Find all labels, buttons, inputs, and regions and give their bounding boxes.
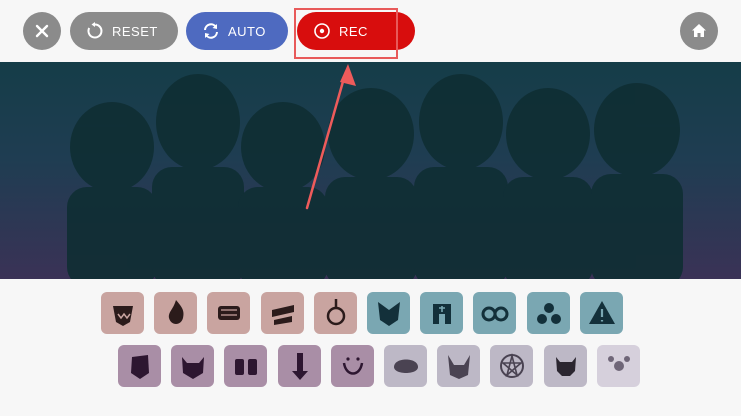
horned-visor-icon [377, 302, 400, 326]
arrow-blade-icon [291, 353, 308, 380]
character-stage [0, 62, 741, 279]
character-silhouette[interactable] [67, 102, 157, 279]
close-icon [35, 24, 49, 38]
sound-tile[interactable] [473, 292, 516, 334]
sound-tile[interactable] [224, 345, 267, 387]
sound-tile[interactable] [171, 345, 214, 387]
sound-tile[interactable] [314, 292, 357, 334]
sound-tile[interactable] [331, 345, 374, 387]
biohazard-icon [536, 303, 561, 324]
rec-highlight-box [294, 8, 398, 59]
warning-triangle-icon [588, 301, 615, 324]
smile-icon [342, 357, 363, 375]
reset-icon [86, 22, 104, 40]
sync-icon [202, 22, 220, 40]
noose-icon [326, 299, 345, 326]
cross-helmet-icon [432, 304, 451, 324]
character-silhouette[interactable] [414, 74, 508, 279]
sound-tile[interactable] [580, 292, 623, 334]
close-button[interactable] [23, 12, 61, 50]
sound-tile[interactable] [154, 292, 197, 334]
bandage-face-icon [271, 305, 294, 325]
demon-mask-icon [181, 357, 204, 379]
reset-label: RESET [112, 23, 158, 39]
sound-tile[interactable] [261, 292, 304, 334]
fangs-mask-icon [112, 306, 133, 326]
sound-tile[interactable] [101, 292, 144, 334]
sound-tile[interactable] [367, 292, 410, 334]
sound-tile[interactable] [527, 292, 570, 334]
character-silhouette[interactable] [503, 88, 593, 279]
auto-button[interactable]: AUTO [186, 12, 288, 50]
pentagram-icon [499, 352, 524, 378]
sound-tile[interactable] [544, 345, 587, 387]
sound-tile[interactable] [384, 345, 427, 387]
sound-tile[interactable] [207, 292, 250, 334]
sound-tile[interactable] [490, 345, 533, 387]
horn-mask-icon [447, 355, 470, 379]
top-toolbar: RESET AUTO REC [0, 0, 741, 62]
character-silhouettes [67, 74, 683, 279]
home-button[interactable] [680, 12, 718, 50]
character-silhouette[interactable] [591, 83, 683, 279]
grill-teeth-icon [217, 306, 240, 320]
character-silhouette[interactable] [238, 102, 328, 279]
character-silhouette[interactable] [152, 74, 244, 279]
character-silhouette[interactable] [325, 88, 417, 279]
sound-tile[interactable] [420, 292, 463, 334]
sound-tile[interactable] [437, 345, 480, 387]
home-icon [692, 24, 706, 37]
reset-button[interactable]: RESET [70, 12, 178, 50]
auto-label: AUTO [228, 23, 266, 39]
boots-icon [234, 359, 257, 375]
flame-icon [168, 300, 184, 324]
sound-tile[interactable] [278, 345, 321, 387]
goggles-icon [481, 306, 508, 322]
hooded-face-icon [130, 355, 149, 379]
sound-tile[interactable] [118, 345, 161, 387]
floating-eye-icon [607, 356, 630, 371]
sound-tile[interactable] [597, 345, 640, 387]
skull-horns-icon [555, 357, 576, 376]
cloud-hat-icon [393, 359, 418, 373]
